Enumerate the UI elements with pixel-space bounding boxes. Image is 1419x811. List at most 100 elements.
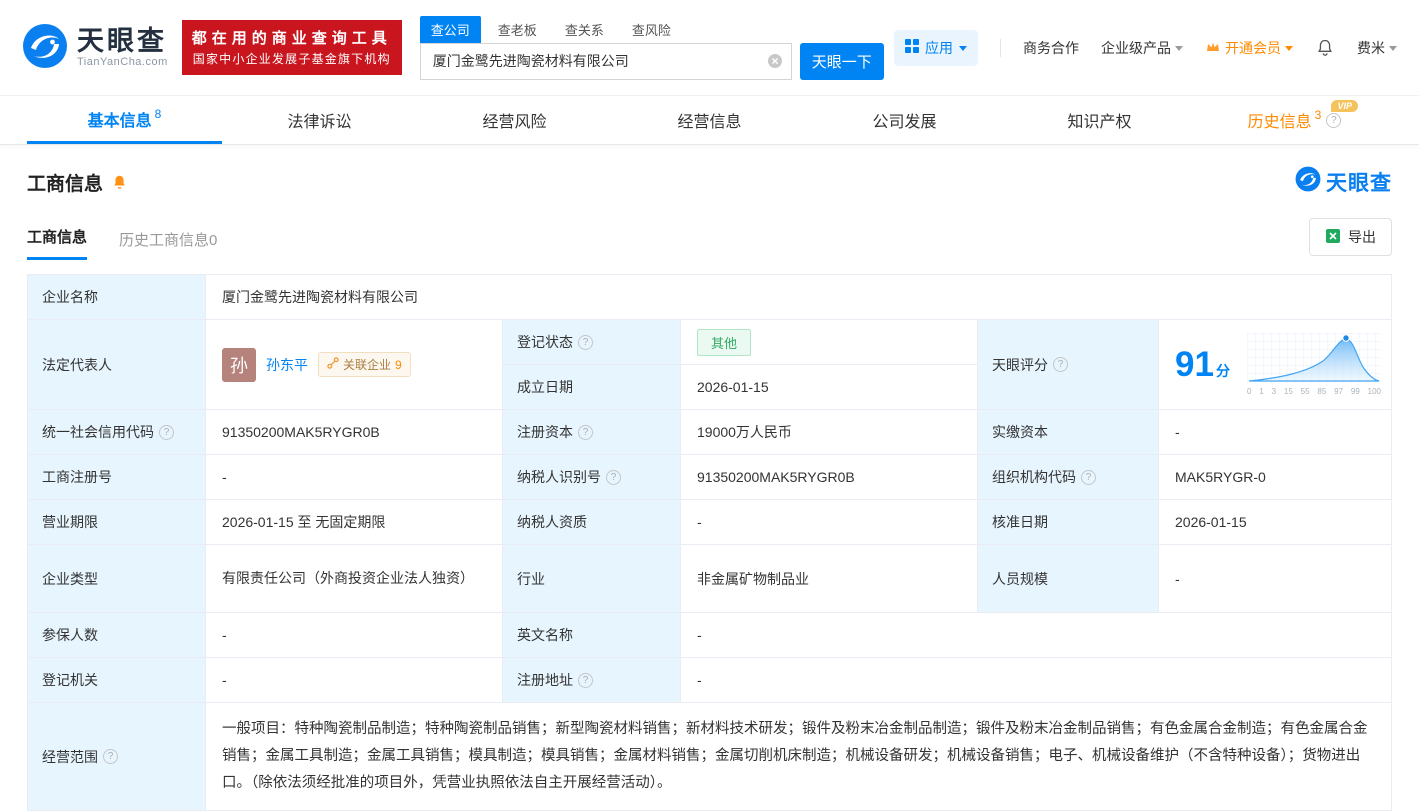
search-tab-risk[interactable]: 查风险 bbox=[621, 16, 682, 43]
field-label-staff-size: 人员规模 bbox=[978, 545, 1159, 613]
field-value-reg-capital: 19000万人民币 bbox=[681, 410, 978, 455]
field-label-score: 天眼评分 ? bbox=[978, 320, 1159, 410]
top-header: 天眼查 TianYanCha.com 都在用的商业查询工具 国家中小企业发展子基… bbox=[0, 0, 1419, 96]
tab-operating-risk[interactable]: 经营风险 bbox=[417, 96, 612, 144]
score-distribution-chart: 0131555859799100 bbox=[1247, 333, 1381, 396]
field-label-org-code: 组织机构代码 ? bbox=[978, 455, 1159, 500]
field-value-staff-size: - bbox=[1159, 545, 1392, 613]
field-label-company-name: 企业名称 bbox=[28, 275, 206, 320]
menu-item-enterprise[interactable]: 企业级产品 bbox=[1101, 38, 1183, 58]
menu-item-open-vip[interactable]: 开通会员 bbox=[1205, 38, 1293, 58]
help-icon[interactable]: ? bbox=[1053, 357, 1068, 372]
tab-label: 基本信息 bbox=[88, 107, 152, 131]
enterprise-label: 企业级产品 bbox=[1101, 38, 1171, 58]
crown-icon bbox=[1205, 40, 1221, 56]
help-icon[interactable]: ? bbox=[1326, 113, 1341, 128]
field-value-approval-date: 2026-01-15 bbox=[1159, 500, 1392, 545]
related-companies-badge[interactable]: 关联企业 9 bbox=[318, 352, 411, 377]
field-label-establish-date: 成立日期 bbox=[503, 365, 681, 410]
field-label-reg-address: 注册地址 ? bbox=[503, 658, 681, 703]
field-value-taxpayer-quality: - bbox=[681, 500, 978, 545]
search-button[interactable]: 天眼一下 bbox=[800, 43, 884, 80]
field-label-insured-count: 参保人数 bbox=[28, 613, 206, 658]
field-label-reg-capital: 注册资本 ? bbox=[503, 410, 681, 455]
tab-basic-info[interactable]: 基本信息8 bbox=[27, 96, 222, 144]
tab-label: 知识产权 bbox=[1067, 108, 1131, 132]
tab-count: 3 bbox=[1315, 108, 1322, 122]
username-label: 费米 bbox=[1357, 38, 1385, 58]
field-label-credit-code: 统一社会信用代码 ? bbox=[28, 410, 206, 455]
chevron-down-icon bbox=[1285, 46, 1293, 55]
subtab-history-business-info[interactable]: 历史工商信息0 bbox=[119, 229, 217, 260]
help-icon[interactable]: ? bbox=[578, 335, 593, 350]
help-icon[interactable]: ? bbox=[159, 425, 174, 440]
search-area: 查公司 查老板 查关系 查风险 天眼一下 bbox=[420, 16, 884, 80]
company-nav-tabs: 基本信息8 法律诉讼 经营风险 经营信息 公司发展 知识产权 VIP 历史信息3… bbox=[0, 96, 1419, 145]
apps-menu-button[interactable]: 应用 bbox=[894, 30, 978, 66]
tab-operating-info[interactable]: 经营信息 bbox=[612, 96, 807, 144]
chevron-down-icon bbox=[1175, 46, 1183, 55]
chevron-down-icon bbox=[1389, 46, 1397, 55]
field-label-industry: 行业 bbox=[503, 545, 681, 613]
header-menu: 应用 商务合作 企业级产品 开通会员 费米 bbox=[894, 30, 1397, 66]
field-value-org-code: MAK5RYGR-0 bbox=[1159, 455, 1392, 500]
legal-rep-avatar[interactable]: 孙 bbox=[222, 348, 256, 382]
search-type-tabs: 查公司 查老板 查关系 查风险 bbox=[420, 16, 884, 43]
help-icon[interactable]: ? bbox=[578, 425, 593, 440]
field-value-reg-authority: - bbox=[206, 658, 503, 703]
field-label-reg-no: 工商注册号 bbox=[28, 455, 206, 500]
field-label-paid-capital: 实缴资本 bbox=[978, 410, 1159, 455]
subscribe-bell-icon[interactable] bbox=[111, 174, 128, 191]
search-tab-relation[interactable]: 查关系 bbox=[554, 16, 615, 43]
help-icon[interactable]: ? bbox=[1081, 470, 1096, 485]
help-icon[interactable]: ? bbox=[103, 749, 118, 764]
tab-history-info[interactable]: VIP 历史信息3 ? bbox=[1197, 96, 1392, 144]
watermark-brand-text: 天眼查 bbox=[1326, 167, 1392, 197]
clear-icon[interactable] bbox=[767, 53, 783, 69]
help-icon[interactable]: ? bbox=[578, 673, 593, 688]
tab-label: 法律诉讼 bbox=[287, 108, 351, 132]
related-label: 关联企业 bbox=[343, 356, 391, 373]
user-menu[interactable]: 费米 bbox=[1357, 38, 1397, 58]
bell-icon bbox=[1315, 38, 1335, 58]
tab-label: 历史信息 bbox=[1248, 108, 1312, 132]
field-value-score: 91分 0131555859799100 bbox=[1159, 320, 1392, 410]
open-vip-label: 开通会员 bbox=[1225, 38, 1281, 58]
tab-label: 公司发展 bbox=[872, 108, 936, 132]
field-value-insured-count: - bbox=[206, 613, 503, 658]
subtab-business-info[interactable]: 工商信息 bbox=[27, 226, 87, 260]
tab-legal-proceedings[interactable]: 法律诉讼 bbox=[222, 96, 417, 144]
field-value-paid-capital: - bbox=[1159, 410, 1392, 455]
vip-tag: VIP bbox=[1331, 100, 1358, 112]
cooperation-label: 商务合作 bbox=[1023, 38, 1079, 58]
notification-bell-button[interactable] bbox=[1315, 38, 1335, 58]
search-tab-boss[interactable]: 查老板 bbox=[487, 16, 548, 43]
slogan-line2: 国家中小企业发展子基金旗下机构 bbox=[192, 50, 392, 69]
slogan-line1: 都在用的商业查询工具 bbox=[192, 27, 392, 50]
tianyancha-logo[interactable]: 天眼查 TianYanCha.com bbox=[22, 23, 168, 72]
field-value-legal-rep: 孙 孙东平 关联企业 9 bbox=[206, 320, 503, 410]
export-label: 导出 bbox=[1348, 227, 1376, 247]
export-button[interactable]: 导出 bbox=[1309, 218, 1392, 256]
help-icon[interactable]: ? bbox=[606, 470, 621, 485]
field-label-english-name: 英文名称 bbox=[503, 613, 681, 658]
field-label-reg-status: 登记状态 ? bbox=[503, 320, 681, 365]
field-label-business-term: 营业期限 bbox=[28, 500, 206, 545]
legal-rep-name-link[interactable]: 孙东平 bbox=[266, 355, 308, 375]
field-value-establish-date: 2026-01-15 bbox=[681, 365, 978, 410]
logo-domain-text: TianYanCha.com bbox=[77, 56, 168, 68]
field-value-credit-code: 91350200MAK5RYGR0B bbox=[206, 410, 503, 455]
tab-company-development[interactable]: 公司发展 bbox=[807, 96, 1002, 144]
menu-item-cooperation[interactable]: 商务合作 bbox=[1023, 38, 1079, 58]
search-tab-company[interactable]: 查公司 bbox=[420, 16, 481, 43]
field-value-industry: 非金属矿物制品业 bbox=[681, 545, 978, 613]
field-label-taxpayer-quality: 纳税人资质 bbox=[503, 500, 681, 545]
field-value-company-type: 有限责任公司（外商投资企业法人独资） bbox=[206, 545, 503, 613]
slogan-banner: 都在用的商业查询工具 国家中小企业发展子基金旗下机构 bbox=[182, 20, 402, 76]
field-label-business-scope: 经营范围 ? bbox=[28, 703, 206, 811]
tab-intellectual-property[interactable]: 知识产权 bbox=[1002, 96, 1197, 144]
section-title: 工商信息 bbox=[27, 169, 103, 196]
related-count: 9 bbox=[395, 358, 402, 372]
search-input[interactable] bbox=[420, 43, 792, 80]
field-value-reg-status: 其他 bbox=[681, 320, 978, 365]
